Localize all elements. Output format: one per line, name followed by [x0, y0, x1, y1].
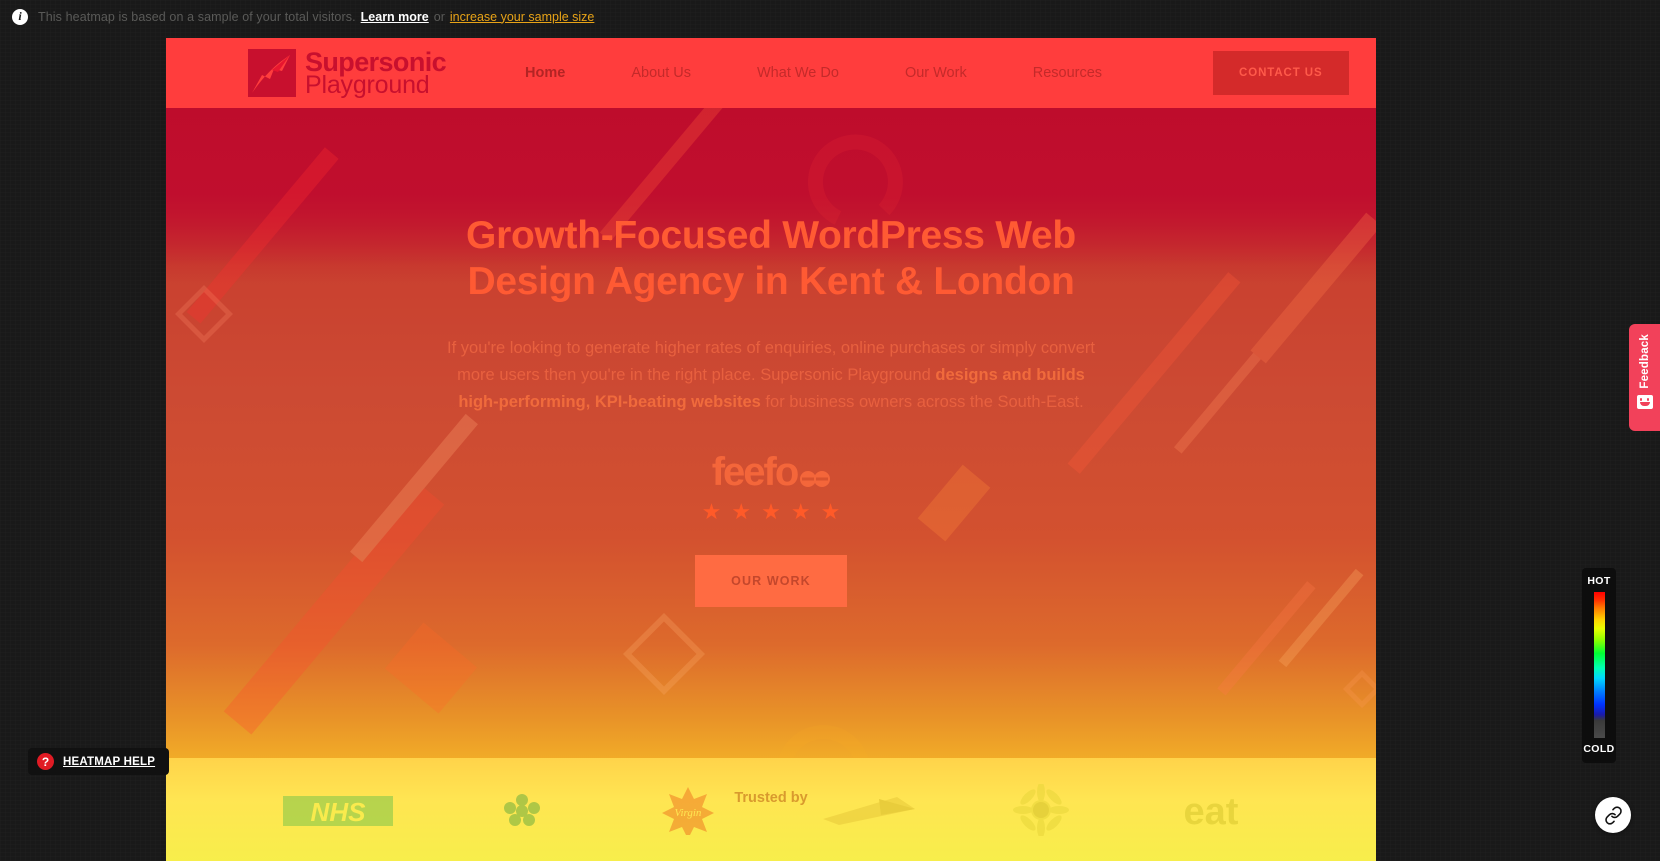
our-work-button[interactable]: OUR WORK — [695, 554, 847, 607]
star-rating: ★ ★ ★ ★ ★ — [166, 498, 1376, 524]
share-link-button[interactable] — [1595, 797, 1631, 833]
page-preview-viewport[interactable]: Supersonic Playground Home About Us What… — [166, 38, 1376, 861]
rocket-logo-icon — [248, 49, 296, 97]
link-icon — [1604, 805, 1622, 825]
sample-info-bar: i This heatmap is based on a sample of y… — [0, 0, 1660, 33]
logo-line-2: Playground — [305, 70, 430, 99]
info-icon: i — [12, 8, 28, 25]
site-logo[interactable]: Supersonic Playground — [248, 48, 447, 99]
star-icon: ★ — [820, 498, 841, 524]
legend-cold-label: COLD — [1583, 743, 1615, 755]
star-icon: ★ — [701, 498, 722, 524]
site-header: Supersonic Playground Home About Us What… — [166, 38, 1376, 108]
heatmap-legend: HOT COLD — [1582, 568, 1616, 763]
star-icon: ★ — [790, 498, 811, 524]
primary-nav: Home About Us What We Do Our Work Resour… — [492, 65, 1135, 81]
feedback-label: Feedback — [1638, 334, 1651, 389]
hero-subtitle: If you're looking to generate higher rat… — [439, 335, 1104, 416]
legend-hot-label: HOT — [1587, 575, 1611, 587]
client-logo-strip: NHS Virgin eat — [166, 758, 1376, 861]
heatmap-help-label: HEATMAP HELP — [63, 755, 156, 768]
hero-subtitle-part-2: for business owners across the South-Eas… — [760, 392, 1084, 411]
feedback-tab-button[interactable]: Feedback — [1629, 324, 1660, 431]
page-title: Growth-Focused WordPress Web Design Agen… — [466, 214, 1076, 304]
question-mark-icon: ? — [37, 753, 54, 770]
heatmap-help-button[interactable]: ? HEATMAP HELP — [28, 748, 170, 775]
nav-item-home[interactable]: Home — [492, 65, 598, 81]
legend-gradient-bar — [1593, 592, 1605, 738]
smiley-face-icon — [1636, 394, 1653, 409]
feefo-logo: feefo — [712, 452, 831, 494]
hero-section: Growth-Focused WordPress Web Design Agen… — [166, 108, 1376, 824]
sample-info-message: This heatmap is based on a sample of you… — [38, 9, 356, 24]
star-icon: ★ — [731, 498, 752, 524]
hero-content: Growth-Focused WordPress Web Design Agen… — [166, 213, 1376, 607]
svg-text:Virgin: Virgin — [675, 807, 702, 819]
feefo-dots-icon — [800, 454, 831, 494]
contact-us-button[interactable]: CONTACT US — [1213, 51, 1349, 95]
logo-wordmark: Supersonic Playground — [305, 48, 447, 99]
heatmap-app-window: i This heatmap is based on a sample of y… — [0, 0, 1660, 861]
trusted-by-label: Trusted by — [734, 790, 808, 806]
or-text: or — [433, 9, 445, 24]
page-content: Supersonic Playground Home About Us What… — [166, 38, 1376, 861]
feefo-rating: feefo ★ ★ ★ ★ ★ — [166, 452, 1376, 523]
nav-item-what-we-do[interactable]: What We Do — [724, 65, 872, 81]
feefo-wordmark: feefo — [711, 449, 800, 494]
increase-sample-size-link[interactable]: increase your sample size — [450, 10, 595, 24]
smiley-mouth — [1639, 402, 1650, 407]
nav-item-resources[interactable]: Resources — [1000, 65, 1135, 81]
star-icon: ★ — [761, 498, 781, 524]
learn-more-link[interactable]: Learn more — [361, 10, 429, 24]
nav-item-our-work[interactable]: Our Work — [872, 65, 1000, 81]
nav-item-about-us[interactable]: About Us — [598, 65, 724, 81]
